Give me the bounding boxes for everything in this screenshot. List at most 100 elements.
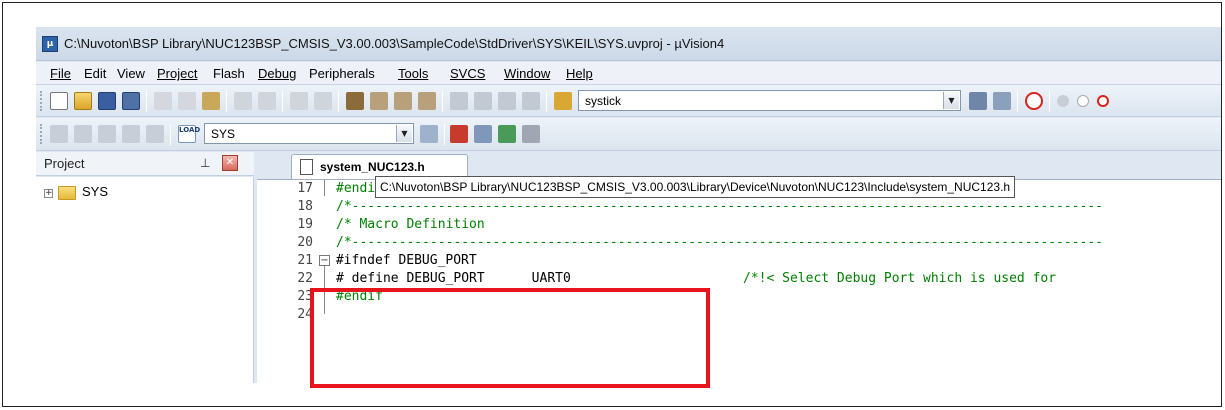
menu-peripherals-label: Peripherals bbox=[309, 66, 375, 81]
save-all-icon[interactable] bbox=[122, 92, 140, 110]
menu-help[interactable]: Help bbox=[566, 66, 593, 81]
line-number: 19 bbox=[297, 217, 313, 232]
target-combobox[interactable]: SYS ▼ bbox=[204, 123, 414, 144]
load-icon[interactable]: LOAD bbox=[178, 125, 200, 143]
indent-icon[interactable] bbox=[450, 92, 468, 110]
copy-icon[interactable] bbox=[178, 92, 196, 110]
screenshot-frame: µ C:\Nuvoton\BSP Library\NUC123BSP_CMSIS… bbox=[2, 2, 1222, 407]
fold-line bbox=[324, 180, 325, 196]
translate-icon[interactable] bbox=[50, 125, 68, 143]
menu-view[interactable]: View bbox=[117, 66, 145, 81]
browse-icon[interactable] bbox=[993, 92, 1011, 110]
uncomment-icon[interactable] bbox=[522, 92, 540, 110]
find-combobox[interactable]: systick ▼ bbox=[578, 90, 961, 111]
close-icon[interactable]: ✕ bbox=[222, 155, 238, 171]
toolbar-separator bbox=[146, 91, 147, 112]
new-file-icon[interactable] bbox=[50, 92, 68, 110]
menu-file[interactable]: File bbox=[50, 66, 71, 81]
project-panel-header: Project ⊥ ✕ bbox=[36, 152, 254, 176]
code-line-text: #ifndef DEBUG_PORT bbox=[335, 253, 477, 268]
pin-icon[interactable]: ⊥ bbox=[200, 156, 210, 170]
line-number: 22 bbox=[297, 271, 313, 286]
menu-window[interactable]: Window bbox=[504, 66, 550, 81]
cut-icon[interactable] bbox=[154, 92, 172, 110]
menu-file-label: File bbox=[50, 66, 71, 81]
navigate-forward-icon[interactable] bbox=[314, 92, 332, 110]
find-combobox-value: systick bbox=[585, 94, 621, 108]
toolbar-separator bbox=[1049, 91, 1050, 112]
redo-icon[interactable] bbox=[258, 92, 276, 110]
file-toolbar: systick ▼ bbox=[36, 85, 1221, 117]
load-icon-label: LOAD bbox=[179, 126, 201, 134]
uvision-app-icon: µ bbox=[42, 36, 58, 52]
incremental-find-icon[interactable] bbox=[969, 92, 987, 110]
highlight-box bbox=[310, 288, 710, 388]
chevron-down-icon[interactable]: ▼ bbox=[396, 125, 412, 142]
toolbar-separator bbox=[546, 91, 547, 112]
prev-bookmark-icon[interactable] bbox=[370, 92, 388, 110]
menu-project[interactable]: Project bbox=[157, 66, 197, 81]
code-line: /* Macro Definition bbox=[336, 217, 485, 232]
menu-project-label: Project bbox=[157, 66, 198, 81]
unindent-icon[interactable] bbox=[474, 92, 492, 110]
menu-help-label: Help bbox=[566, 66, 593, 81]
clear-bookmarks-icon[interactable] bbox=[418, 92, 436, 110]
next-bookmark-icon[interactable] bbox=[394, 92, 412, 110]
disable-breakpoint-icon[interactable] bbox=[1077, 95, 1089, 107]
menu-flash-label: Flash bbox=[213, 66, 245, 81]
expand-icon[interactable]: + bbox=[44, 189, 53, 198]
toolbar-grip[interactable] bbox=[40, 124, 43, 144]
toolbar-separator bbox=[338, 91, 339, 112]
manage-components-icon[interactable] bbox=[450, 125, 468, 143]
paste-icon[interactable] bbox=[202, 92, 220, 110]
tree-item-sys[interactable]: SYS bbox=[82, 184, 108, 199]
find-in-files-icon[interactable] bbox=[554, 92, 572, 110]
breakpoint-icon[interactable] bbox=[1057, 95, 1069, 107]
bookmark-icon[interactable] bbox=[346, 92, 364, 110]
tab-label: system_NUC123.h bbox=[320, 160, 425, 174]
select-packs-icon[interactable] bbox=[474, 125, 492, 143]
line-number: 23 bbox=[297, 289, 313, 304]
menu-peripherals[interactable]: Peripherals bbox=[309, 66, 375, 81]
stop-build-icon[interactable] bbox=[146, 125, 164, 143]
file-path-tooltip: C:\Nuvoton\BSP Library\NUC123BSP_CMSIS_V… bbox=[375, 176, 1016, 198]
line-number-gutter: 17 18 19 20 21 22 23 24 bbox=[257, 180, 317, 383]
menu-edit[interactable]: Edit bbox=[84, 66, 106, 81]
toolbar-separator bbox=[226, 91, 227, 112]
batch-build-icon[interactable] bbox=[122, 125, 140, 143]
multi-project-icon[interactable] bbox=[522, 125, 540, 143]
chevron-down-icon[interactable]: ▼ bbox=[943, 92, 959, 109]
folder-icon bbox=[58, 186, 76, 200]
save-icon[interactable] bbox=[98, 92, 116, 110]
open-folder-icon[interactable] bbox=[74, 92, 92, 110]
target-combobox-value: SYS bbox=[211, 127, 236, 141]
toolbar-separator bbox=[282, 91, 283, 112]
kill-breakpoint-icon[interactable] bbox=[1097, 95, 1109, 107]
line-number: 21 bbox=[297, 253, 313, 268]
menu-debug-label: Debug bbox=[258, 66, 297, 81]
code-line: ##ifndef DEBUG_PORT bbox=[335, 253, 477, 268]
file-extensions-icon[interactable] bbox=[498, 125, 516, 143]
debug-session-icon[interactable] bbox=[1025, 92, 1043, 110]
menu-svcs[interactable]: SVCS bbox=[450, 66, 485, 81]
menu-edit-label: Edit bbox=[84, 66, 107, 81]
toolbar-grip[interactable] bbox=[40, 91, 43, 111]
toolbar-separator bbox=[442, 91, 443, 112]
menu-tools[interactable]: Tools bbox=[398, 66, 428, 81]
document-icon bbox=[300, 159, 313, 175]
navigate-back-icon[interactable] bbox=[290, 92, 308, 110]
project-panel-title: Project bbox=[44, 156, 85, 171]
build-icon[interactable] bbox=[74, 125, 92, 143]
rebuild-icon[interactable] bbox=[98, 125, 116, 143]
line-number: 24 bbox=[297, 307, 313, 322]
code-comment: /*!< Select Debug Port which is used for bbox=[743, 271, 1057, 286]
target-options-icon[interactable] bbox=[420, 125, 438, 143]
menu-debug[interactable]: Debug bbox=[258, 66, 296, 81]
undo-icon[interactable] bbox=[234, 92, 252, 110]
menu-flash[interactable]: Flash bbox=[213, 66, 245, 81]
line-number: 17 bbox=[297, 181, 313, 196]
fold-collapse-icon[interactable]: − bbox=[319, 255, 330, 266]
comment-icon[interactable] bbox=[498, 92, 516, 110]
line-number: 20 bbox=[297, 235, 313, 250]
window-title: C:\Nuvoton\BSP Library\NUC123BSP_CMSIS_V… bbox=[64, 36, 725, 51]
